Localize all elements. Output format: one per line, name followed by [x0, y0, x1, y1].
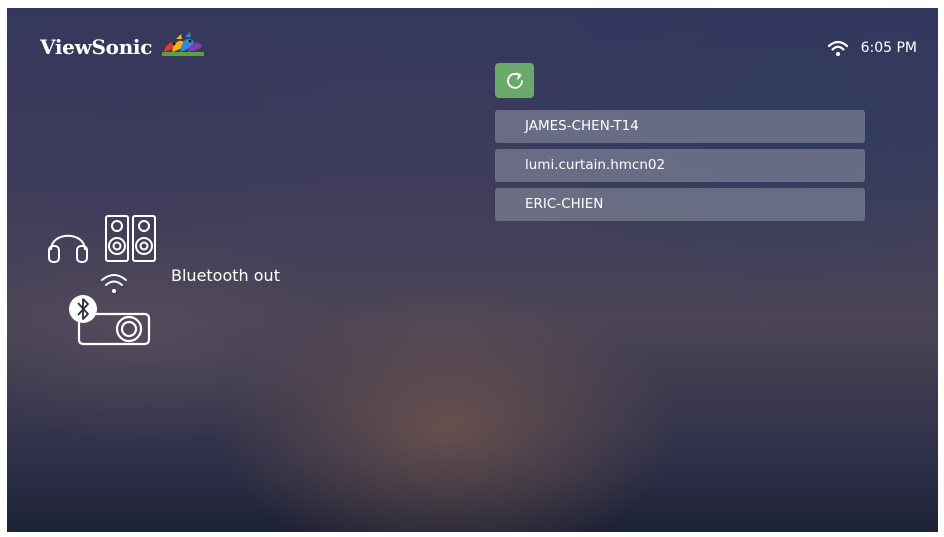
speakers-icon	[105, 215, 156, 262]
clock-time: 6:05 PM	[860, 40, 917, 56]
device-item-eric-chien[interactable]: ERIC-CHIEN	[495, 188, 865, 221]
device-name: lumi.curtain.hmcn02	[525, 157, 666, 173]
bluetooth-out-label: Bluetooth out	[171, 266, 280, 285]
brand-logo: ViewSonic	[40, 32, 206, 60]
brand-name: ViewSonic	[40, 35, 153, 59]
bluetooth-device-list: JAMES-CHEN-T14 lumi.curtain.hmcn02 ERIC-…	[495, 110, 865, 227]
bluetooth-out-illustration	[48, 215, 156, 346]
wifi-icon	[827, 40, 848, 56]
device-item-lumi-curtain[interactable]: lumi.curtain.hmcn02	[495, 149, 865, 182]
headphones-icon	[48, 234, 88, 263]
wifi-icon	[101, 274, 127, 293]
device-name: JAMES-CHEN-T14	[525, 118, 639, 134]
viewsonic-birds-logo-icon	[162, 32, 205, 56]
projector-screen: ViewSonic 6:05 PM JAMES-CHEN-T14 lumi.cu…	[7, 8, 938, 532]
refresh-button[interactable]	[495, 63, 534, 98]
device-item-james-chen-t14[interactable]: JAMES-CHEN-T14	[495, 110, 865, 143]
device-name: ERIC-CHIEN	[525, 196, 604, 212]
status-bar: 6:05 PM	[827, 39, 917, 57]
refresh-icon	[506, 72, 523, 89]
bluetooth-icon	[69, 295, 97, 323]
